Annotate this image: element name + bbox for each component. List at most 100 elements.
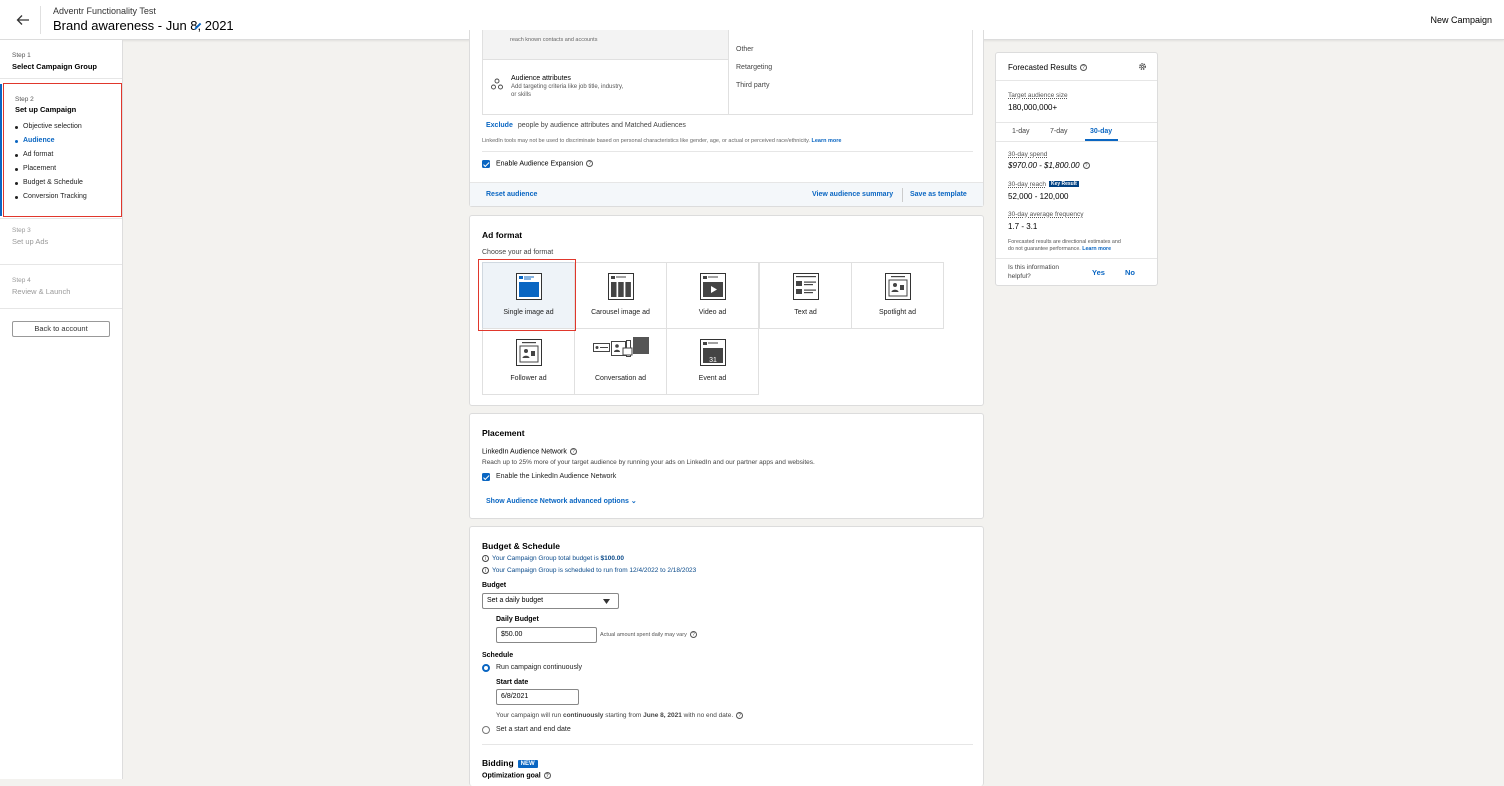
edit-pencil-icon[interactable] <box>193 21 203 31</box>
info-icon[interactable]: ? <box>586 160 594 167</box>
event-day: 31 <box>709 357 717 364</box>
helpful-no-button[interactable]: No <box>1125 268 1135 277</box>
advanced-options-toggle[interactable]: Show Audience Network advanced options ⌄ <box>486 497 637 505</box>
disclaimer: LinkedIn tools may not be used to discri… <box>482 138 841 144</box>
save-template-button[interactable]: Save as template <box>910 191 967 198</box>
section-subtitle: Choose your ad format <box>482 249 554 256</box>
audience-network-checkbox[interactable] <box>482 473 490 481</box>
info-icon[interactable]: ? <box>1082 162 1090 170</box>
forecast-title-row: Forecasted Results? <box>1008 63 1087 72</box>
divider <box>728 30 729 115</box>
helpful-yes-button[interactable]: Yes <box>1092 268 1105 277</box>
back-arrow-icon[interactable] <box>14 11 32 29</box>
disclaimer-text: LinkedIn tools may not be used to discri… <box>482 138 810 144</box>
option-desc: reach known contacts and accounts <box>510 37 598 43</box>
set-dates-radio[interactable] <box>482 726 490 734</box>
ad-format-conversation[interactable]: Conversation ad <box>574 328 667 395</box>
optimization-row: Optimization goal? <box>482 772 551 779</box>
divider <box>902 188 903 202</box>
start-date-input[interactable]: 6/8/2021 <box>496 689 579 705</box>
network-title: LinkedIn Audience Network <box>482 448 567 456</box>
tab-1-day[interactable]: 1-day <box>1012 128 1030 135</box>
learn-more-link[interactable]: Learn more <box>811 138 841 144</box>
select-value: Set a daily budget <box>487 597 544 604</box>
reach-value: 52,000 - 120,000 <box>1008 192 1069 201</box>
ad-format-spotlight[interactable]: Spotlight ad <box>851 262 944 329</box>
tab-7-day[interactable]: 7-day <box>1050 128 1068 135</box>
follower-icon <box>516 339 542 366</box>
new-campaign-button[interactable]: New Campaign <box>1430 15 1492 25</box>
forecast-disclaimer: Forecasted results are directional estim… <box>1008 239 1121 245</box>
conversation-icon <box>593 337 649 357</box>
divider <box>40 6 41 34</box>
disclaimer-text: do not guarantee performance. <box>1008 246 1081 252</box>
ad-format-card: Ad format Choose your ad format Single i… <box>469 215 984 406</box>
view-summary-button[interactable]: View audience summary <box>812 191 893 198</box>
section-title: Ad format <box>482 230 523 240</box>
step-3: Step 3 Set up Ads <box>12 227 48 246</box>
exclude-text: people by audience attributes and Matche… <box>517 122 686 129</box>
optimization-label: Optimization goal <box>482 772 541 780</box>
helpful-question: Is this information <box>1008 264 1059 271</box>
video-icon <box>700 273 726 300</box>
ad-format-carousel[interactable]: Carousel image ad <box>574 262 667 329</box>
sidebar: Step 1 Select Campaign Group Step 2 Set … <box>0 40 123 779</box>
divider <box>482 151 973 152</box>
divider <box>0 218 122 219</box>
audience-expansion-checkbox[interactable] <box>482 160 490 168</box>
key-result-badge: Key Result <box>1048 181 1079 188</box>
step-4: Step 4 Review & Launch <box>12 277 70 296</box>
forecast-panel: Forecasted Results? Target audience size… <box>995 52 1158 286</box>
gear-icon[interactable] <box>1138 62 1147 71</box>
step-name: Select Campaign Group <box>12 62 98 71</box>
back-to-account-button[interactable]: Back to account <box>12 321 110 337</box>
matched-audiences-option[interactable]: reach known contacts and accounts <box>483 30 728 60</box>
account-name: Adventr Functionality Test <box>53 6 156 16</box>
step-1[interactable]: Step 1 Select Campaign Group <box>12 52 97 71</box>
divider <box>996 122 1157 123</box>
step-name: Review & Launch <box>12 287 71 296</box>
tab-30-day[interactable]: 30-day <box>1090 128 1112 135</box>
daily-note-row: Actual amount spent daily may vary? <box>600 631 697 638</box>
budget-type-select[interactable]: Set a daily budget <box>482 593 619 609</box>
ad-format-event[interactable]: 31 Event ad <box>666 328 759 395</box>
audience-footer: Reset audience View audience summary Sav… <box>470 182 983 206</box>
info-icon[interactable]: ? <box>569 448 577 455</box>
ad-format-follower[interactable]: Follower ad <box>482 328 575 395</box>
step-number: Step 4 <box>12 277 31 284</box>
budget-card: Budget & Schedule i Your Campaign Group t… <box>469 526 984 786</box>
tile-label: Spotlight ad <box>879 309 916 316</box>
tile-label: Event ad <box>698 375 727 382</box>
info-icon[interactable]: ? <box>736 712 744 719</box>
run-continuously-radio[interactable] <box>482 664 490 672</box>
note-text: starting from <box>603 712 644 720</box>
daily-budget-input[interactable]: $50.00 <box>496 627 597 643</box>
set-dates-label: Set a start and end date <box>496 726 571 733</box>
learn-more-link[interactable]: Learn more <box>1082 246 1111 252</box>
divider <box>996 258 1157 259</box>
info-icon[interactable]: ? <box>1079 64 1087 72</box>
option-other[interactable]: Other <box>736 46 754 53</box>
attributes-title[interactable]: Audience attributes <box>511 75 571 82</box>
info-icon[interactable]: ? <box>543 772 551 779</box>
reset-audience-button[interactable]: Reset audience <box>486 191 537 198</box>
start-date-label: Start date <box>496 679 529 686</box>
exclude-link[interactable]: Exclude <box>486 122 513 129</box>
note-text: Your campaign will run <box>496 712 563 720</box>
note-text: with no end date. <box>681 712 734 720</box>
info-icon[interactable]: ? <box>689 631 697 638</box>
reach-label: 30-day reach <box>1008 181 1046 188</box>
option-third-party[interactable]: Third party <box>736 82 769 89</box>
note-value: $100.00 <box>600 555 625 563</box>
audience-builder: reach known contacts and accounts Audien… <box>482 30 973 115</box>
audience-size-value: 180,000,000+ <box>1008 103 1058 112</box>
forecast-disclaimer-2: do not guarantee performance. Learn more <box>1008 246 1111 252</box>
audience-card: reach known contacts and accounts Audien… <box>469 30 984 207</box>
active-step-indicator <box>0 84 2 216</box>
option-retargeting[interactable]: Retargeting <box>736 64 772 71</box>
ad-format-video[interactable]: Video ad <box>666 262 759 329</box>
ad-format-text[interactable]: Text ad <box>759 262 852 329</box>
info-icon: i <box>482 555 489 562</box>
spend-value: $970.00 - $1,800.00 <box>1008 161 1080 170</box>
bidding-label: Bidding <box>482 758 514 768</box>
